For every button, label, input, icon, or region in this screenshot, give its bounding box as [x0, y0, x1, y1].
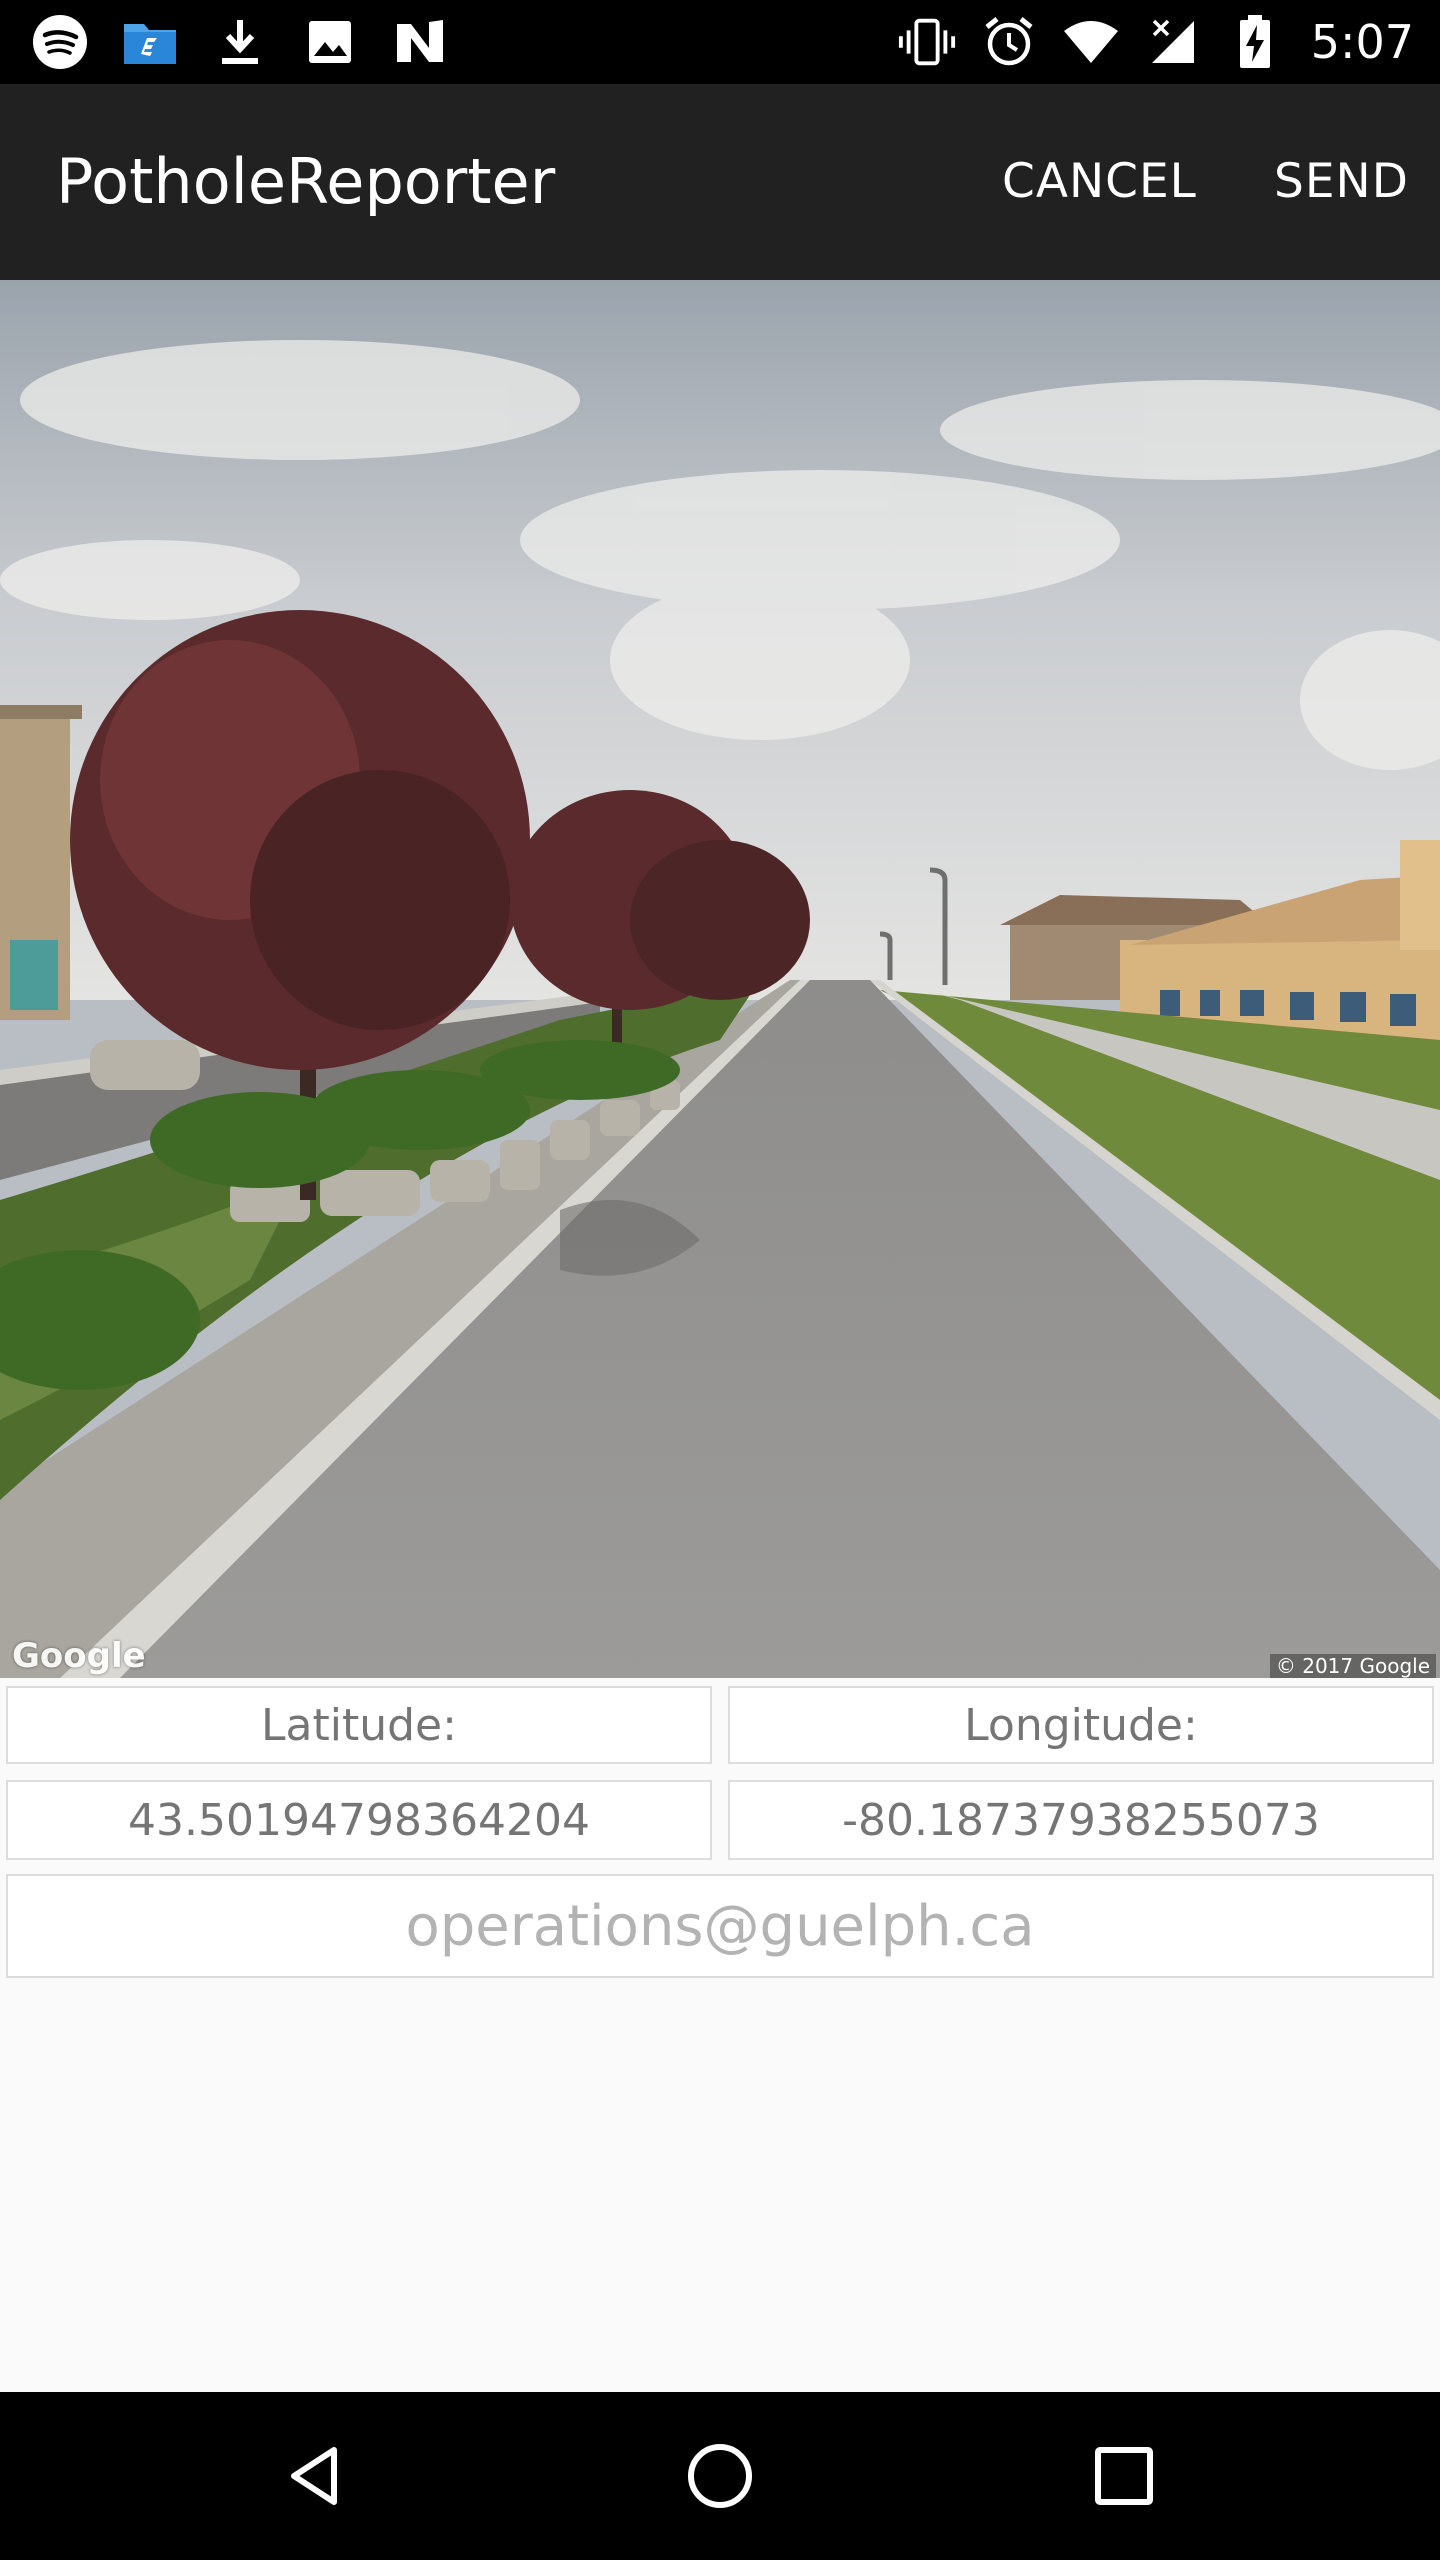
- navigation-bar: [0, 2392, 1440, 2560]
- image-icon: [300, 12, 360, 72]
- home-icon[interactable]: [640, 2392, 800, 2560]
- clock-time: 5:07: [1310, 15, 1414, 69]
- email-field[interactable]: [6, 1874, 1434, 1978]
- alarm-icon: [979, 12, 1039, 72]
- recents-icon[interactable]: [1044, 2392, 1204, 2560]
- app-title: PotholeReporter: [56, 145, 556, 218]
- cell-signal-icon: [1143, 12, 1203, 72]
- cancel-button[interactable]: CANCEL: [1002, 84, 1197, 280]
- copyright-text: © 2017 Google: [1269, 1654, 1436, 1678]
- send-button[interactable]: SEND: [1274, 84, 1409, 280]
- email-input[interactable]: [8, 1876, 1432, 1976]
- back-icon[interactable]: [236, 2392, 396, 2560]
- longitude-value: -80.18737938255073: [728, 1780, 1434, 1860]
- longitude-label: Longitude:: [728, 1686, 1434, 1764]
- download-icon: [210, 12, 270, 72]
- left-building: [0, 705, 82, 1020]
- vibrate-icon: [897, 12, 957, 72]
- street-view-image: Google © 2017 Google: [0, 280, 1440, 1678]
- app-bar: PotholeReporter CANCEL SEND: [0, 84, 1440, 280]
- google-watermark: Google: [12, 1636, 146, 1676]
- file-manager-icon: [120, 12, 180, 72]
- status-bar: 5:07: [0, 0, 1440, 84]
- notification-icons: [30, 12, 450, 72]
- spotify-icon: [30, 12, 90, 72]
- latitude-label: Latitude:: [6, 1686, 712, 1764]
- system-icons: 5:07: [897, 12, 1414, 72]
- wifi-icon: [1061, 12, 1121, 72]
- battery-charging-icon: [1225, 12, 1285, 72]
- latitude-value: 43.50194798364204: [6, 1780, 712, 1860]
- n-app-icon: [390, 12, 450, 72]
